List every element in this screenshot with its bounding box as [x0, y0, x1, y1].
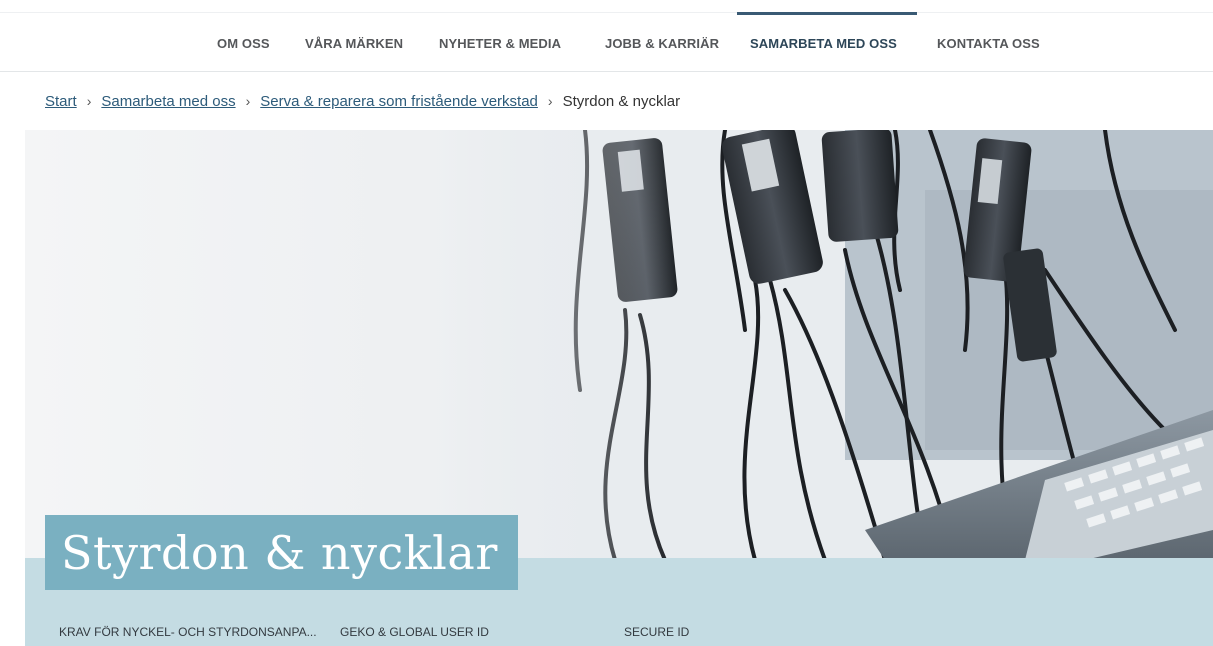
main-navigation: OM OSS VÅRA MÄRKEN NYHETER & MEDIA JOBB …	[0, 0, 1213, 72]
breadcrumb-link-samarbeta[interactable]: Samarbeta med oss	[101, 93, 235, 110]
breadcrumb-link-start[interactable]: Start	[45, 93, 77, 110]
nav-item-samarbeta-med-oss[interactable]: SAMARBETA MED OSS	[750, 36, 897, 51]
breadcrumb-separator: ›	[86, 93, 92, 109]
subnav-item-geko-global-user-id[interactable]: GEKO & GLOBAL USER ID	[340, 625, 489, 639]
nav-top-divider	[0, 12, 1213, 13]
breadcrumb-current: Styrdon & nycklar	[562, 92, 681, 110]
breadcrumb: Start › Samarbeta med oss › Serva & repa…	[45, 91, 680, 111]
subnav-item-secure-id[interactable]: SECURE ID	[624, 625, 689, 639]
nav-item-jobb-karriar[interactable]: JOBB & KARRIÄR	[605, 36, 719, 51]
breadcrumb-separator: ›	[547, 93, 553, 109]
hero-photo-diagnostic-devices	[25, 130, 1213, 560]
hero-image	[25, 130, 1213, 560]
nav-item-vara-marken[interactable]: VÅRA MÄRKEN	[305, 36, 403, 51]
nav-active-indicator	[737, 12, 917, 15]
page-title-box: Styrdon & nycklar	[45, 515, 518, 590]
subnav-item-krav[interactable]: KRAV FÖR NYCKEL- OCH STYRDONSANPA...	[59, 625, 317, 639]
breadcrumb-separator: ›	[245, 93, 251, 109]
nav-item-nyheter-media[interactable]: NYHETER & MEDIA	[439, 36, 561, 51]
breadcrumb-link-serva-reparera[interactable]: Serva & reparera som fristående verkstad	[260, 93, 538, 110]
nav-item-om-oss[interactable]: OM OSS	[217, 36, 270, 51]
page-title: Styrdon & nycklar	[61, 525, 498, 580]
nav-item-kontakta-oss[interactable]: KONTAKTA OSS	[937, 36, 1040, 51]
